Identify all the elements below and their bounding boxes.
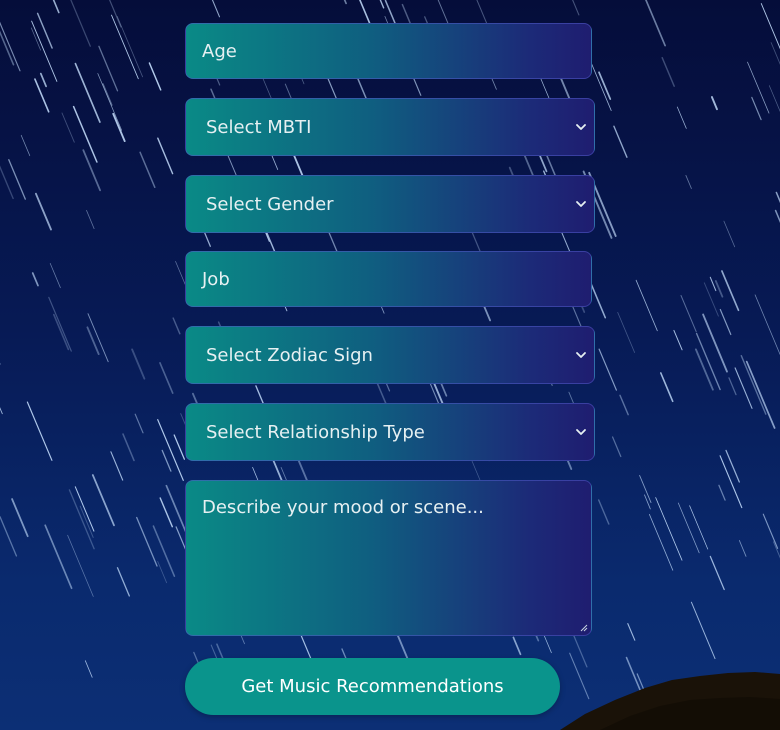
chevron-down-icon: [576, 201, 586, 207]
age-placeholder: Age: [202, 40, 237, 62]
gender-select[interactable]: Select Gender: [185, 175, 595, 233]
mood-textarea[interactable]: Describe your mood or scene...: [185, 480, 592, 636]
relationship-select[interactable]: Select Relationship Type: [185, 403, 595, 461]
mbti-selected-value: Select MBTI: [206, 116, 312, 138]
zodiac-selected-value: Select Zodiac Sign: [206, 344, 373, 366]
mood-placeholder: Describe your mood or scene...: [202, 497, 484, 518]
job-input[interactable]: Job: [185, 251, 592, 307]
relationship-selected-value: Select Relationship Type: [206, 421, 425, 443]
get-recommendations-label: Get Music Recommendations: [241, 676, 504, 697]
get-recommendations-button[interactable]: Get Music Recommendations: [185, 658, 560, 715]
job-placeholder: Job: [202, 268, 230, 290]
chevron-down-icon: [576, 429, 586, 435]
age-input[interactable]: Age: [185, 23, 592, 79]
gender-selected-value: Select Gender: [206, 193, 334, 215]
chevron-down-icon: [576, 352, 586, 358]
zodiac-select[interactable]: Select Zodiac Sign: [185, 326, 595, 384]
mbti-select[interactable]: Select MBTI: [185, 98, 595, 156]
chevron-down-icon: [576, 124, 586, 130]
resize-grip-icon[interactable]: [579, 623, 588, 632]
